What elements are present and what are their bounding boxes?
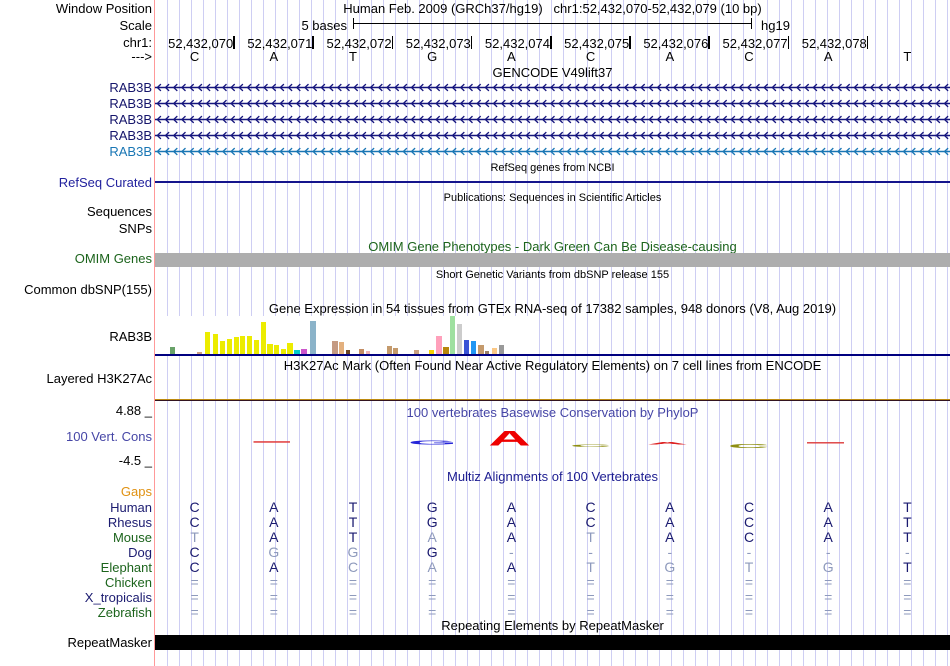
svg-text:A: A <box>647 441 688 445</box>
svg-text:G: G <box>408 440 457 446</box>
svg-text:A: A <box>488 426 530 450</box>
svg-text:C: C <box>728 443 769 450</box>
svg-text:C: C <box>570 443 611 447</box>
